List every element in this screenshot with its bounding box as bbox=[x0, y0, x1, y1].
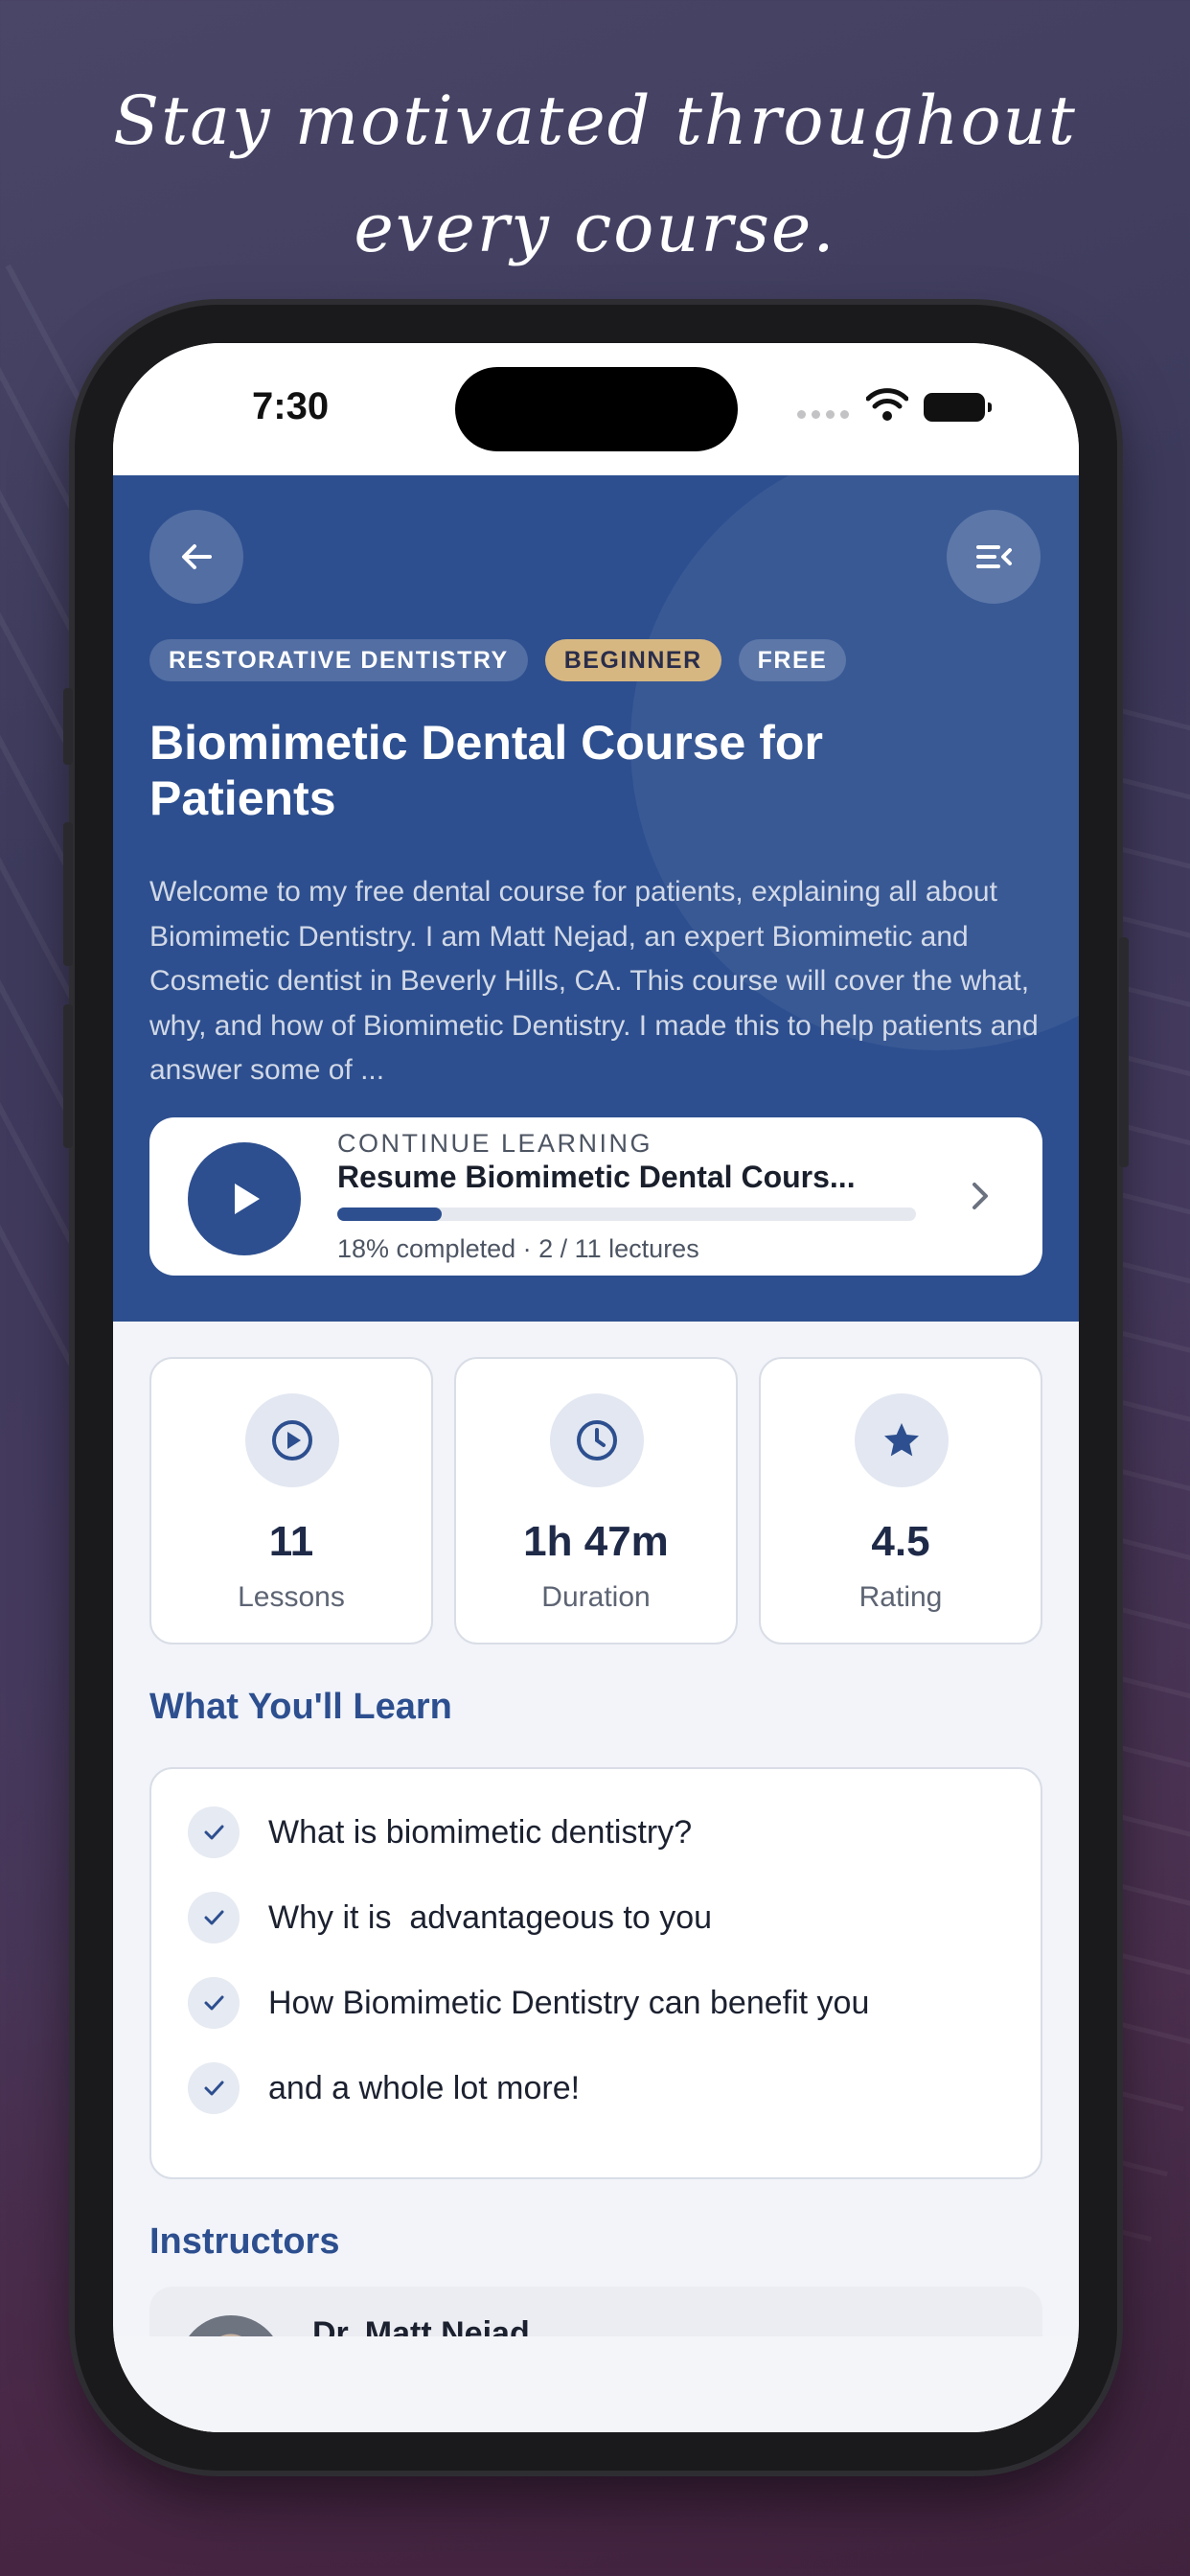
check-icon bbox=[188, 1977, 240, 2029]
phone-power-button bbox=[1119, 937, 1129, 1167]
course-title: Biomimetic Dental Course for Patients bbox=[149, 716, 823, 825]
check-icon bbox=[188, 1806, 240, 1858]
star-icon bbox=[884, 1423, 919, 1457]
continue-learning-title: Resume Biomimetic Dental Cours... bbox=[337, 1160, 856, 1194]
battery-icon bbox=[924, 393, 992, 422]
rating-value: 4.5 bbox=[871, 1518, 930, 1565]
learn-item-text: Why it is advantageous to you bbox=[268, 1898, 713, 1936]
home-indicator-area bbox=[113, 2336, 1079, 2432]
learn-section-title: What You'll Learn bbox=[149, 1687, 452, 1727]
rating-label: Rating bbox=[858, 1581, 943, 1613]
course-hero: RESTORATIVE DENTISTRY BEGINNER FREE Biom… bbox=[113, 475, 1079, 1322]
lessons-value: 11 bbox=[268, 1518, 314, 1565]
clock-icon bbox=[577, 1420, 617, 1460]
category-tag: RESTORATIVE DENTISTRY bbox=[149, 639, 528, 681]
stat-card-rating: 4.5 Rating bbox=[759, 1357, 1042, 1644]
check-icon bbox=[188, 1892, 240, 1944]
stat-card-duration: 1h 47m Duration bbox=[454, 1357, 738, 1644]
promo-headline-line1: Stay motivated throughout bbox=[113, 81, 1077, 160]
continue-learning-label: CONTINUE LEARNING bbox=[337, 1129, 653, 1158]
promo-headline-line2: every course. bbox=[354, 189, 836, 267]
dynamic-island bbox=[455, 367, 738, 451]
wifi-icon bbox=[866, 388, 908, 421]
lessons-icon-wrap bbox=[245, 1393, 339, 1487]
stat-card-lessons: 11 Lessons bbox=[149, 1357, 433, 1644]
resume-play-button[interactable] bbox=[188, 1142, 301, 1255]
phone-mute-switch bbox=[63, 688, 73, 765]
app-screen: 7:30 RESTORATIVE DENTISTRY BEGINNER FREE… bbox=[113, 343, 1079, 2432]
status-time: 7:30 bbox=[252, 385, 330, 427]
list-menu-icon bbox=[976, 545, 1012, 568]
arrow-left-icon bbox=[182, 544, 212, 569]
phone-frame: 7:30 RESTORATIVE DENTISTRY BEGINNER FREE… bbox=[63, 305, 1129, 2471]
duration-label: Duration bbox=[541, 1581, 651, 1613]
learn-item: What is biomimetic dentistry? bbox=[188, 1806, 692, 1859]
course-tags: RESTORATIVE DENTISTRY BEGINNER FREE bbox=[149, 639, 847, 681]
course-progress-bar bbox=[337, 1208, 916, 1221]
continue-learning-card[interactable]: CONTINUE LEARNING Resume Biomimetic Dent… bbox=[149, 1117, 1042, 1276]
learn-item: and a whole lot more! bbox=[188, 2061, 580, 2115]
rating-icon-wrap bbox=[855, 1393, 949, 1487]
phone-volume-up bbox=[63, 822, 73, 966]
learn-item-text: and a whole lot more! bbox=[268, 2069, 581, 2106]
course-progress-fill bbox=[337, 1208, 442, 1221]
duration-icon-wrap bbox=[550, 1393, 644, 1487]
back-button[interactable] bbox=[149, 510, 243, 604]
learn-item-text: How Biomimetic Dentistry can benefit you bbox=[268, 1984, 870, 2021]
learn-item: How Biomimetic Dentistry can benefit you bbox=[188, 1976, 869, 2030]
chevron-right-icon bbox=[973, 1183, 988, 1209]
lessons-label: Lessons bbox=[238, 1581, 345, 1613]
course-menu-button[interactable] bbox=[947, 510, 1041, 604]
check-icon bbox=[188, 2062, 240, 2114]
instructors-section-title: Instructors bbox=[149, 2221, 340, 2262]
learn-card: What is biomimetic dentistry? Why it is … bbox=[149, 1767, 1042, 2179]
progress-text: 18% completed · 2 / 11 lectures bbox=[337, 1234, 699, 1263]
cellular-signal-icon bbox=[797, 410, 849, 419]
status-bar: 7:30 bbox=[113, 343, 1079, 475]
learn-item: Why it is advantageous to you bbox=[188, 1891, 712, 1944]
price-tag: FREE bbox=[738, 639, 847, 681]
duration-value: 1h 47m bbox=[523, 1518, 669, 1565]
course-description[interactable]: Welcome to my free dental course for pat… bbox=[149, 870, 1041, 1092]
level-tag: BEGINNER bbox=[544, 639, 721, 681]
play-circle-icon bbox=[272, 1420, 312, 1460]
learn-item-text: What is biomimetic dentistry? bbox=[268, 1813, 693, 1851]
phone-volume-down bbox=[63, 1004, 73, 1148]
play-icon bbox=[235, 1184, 260, 1214]
promo-headline: Stay motivated throughout every course. bbox=[0, 67, 1190, 282]
